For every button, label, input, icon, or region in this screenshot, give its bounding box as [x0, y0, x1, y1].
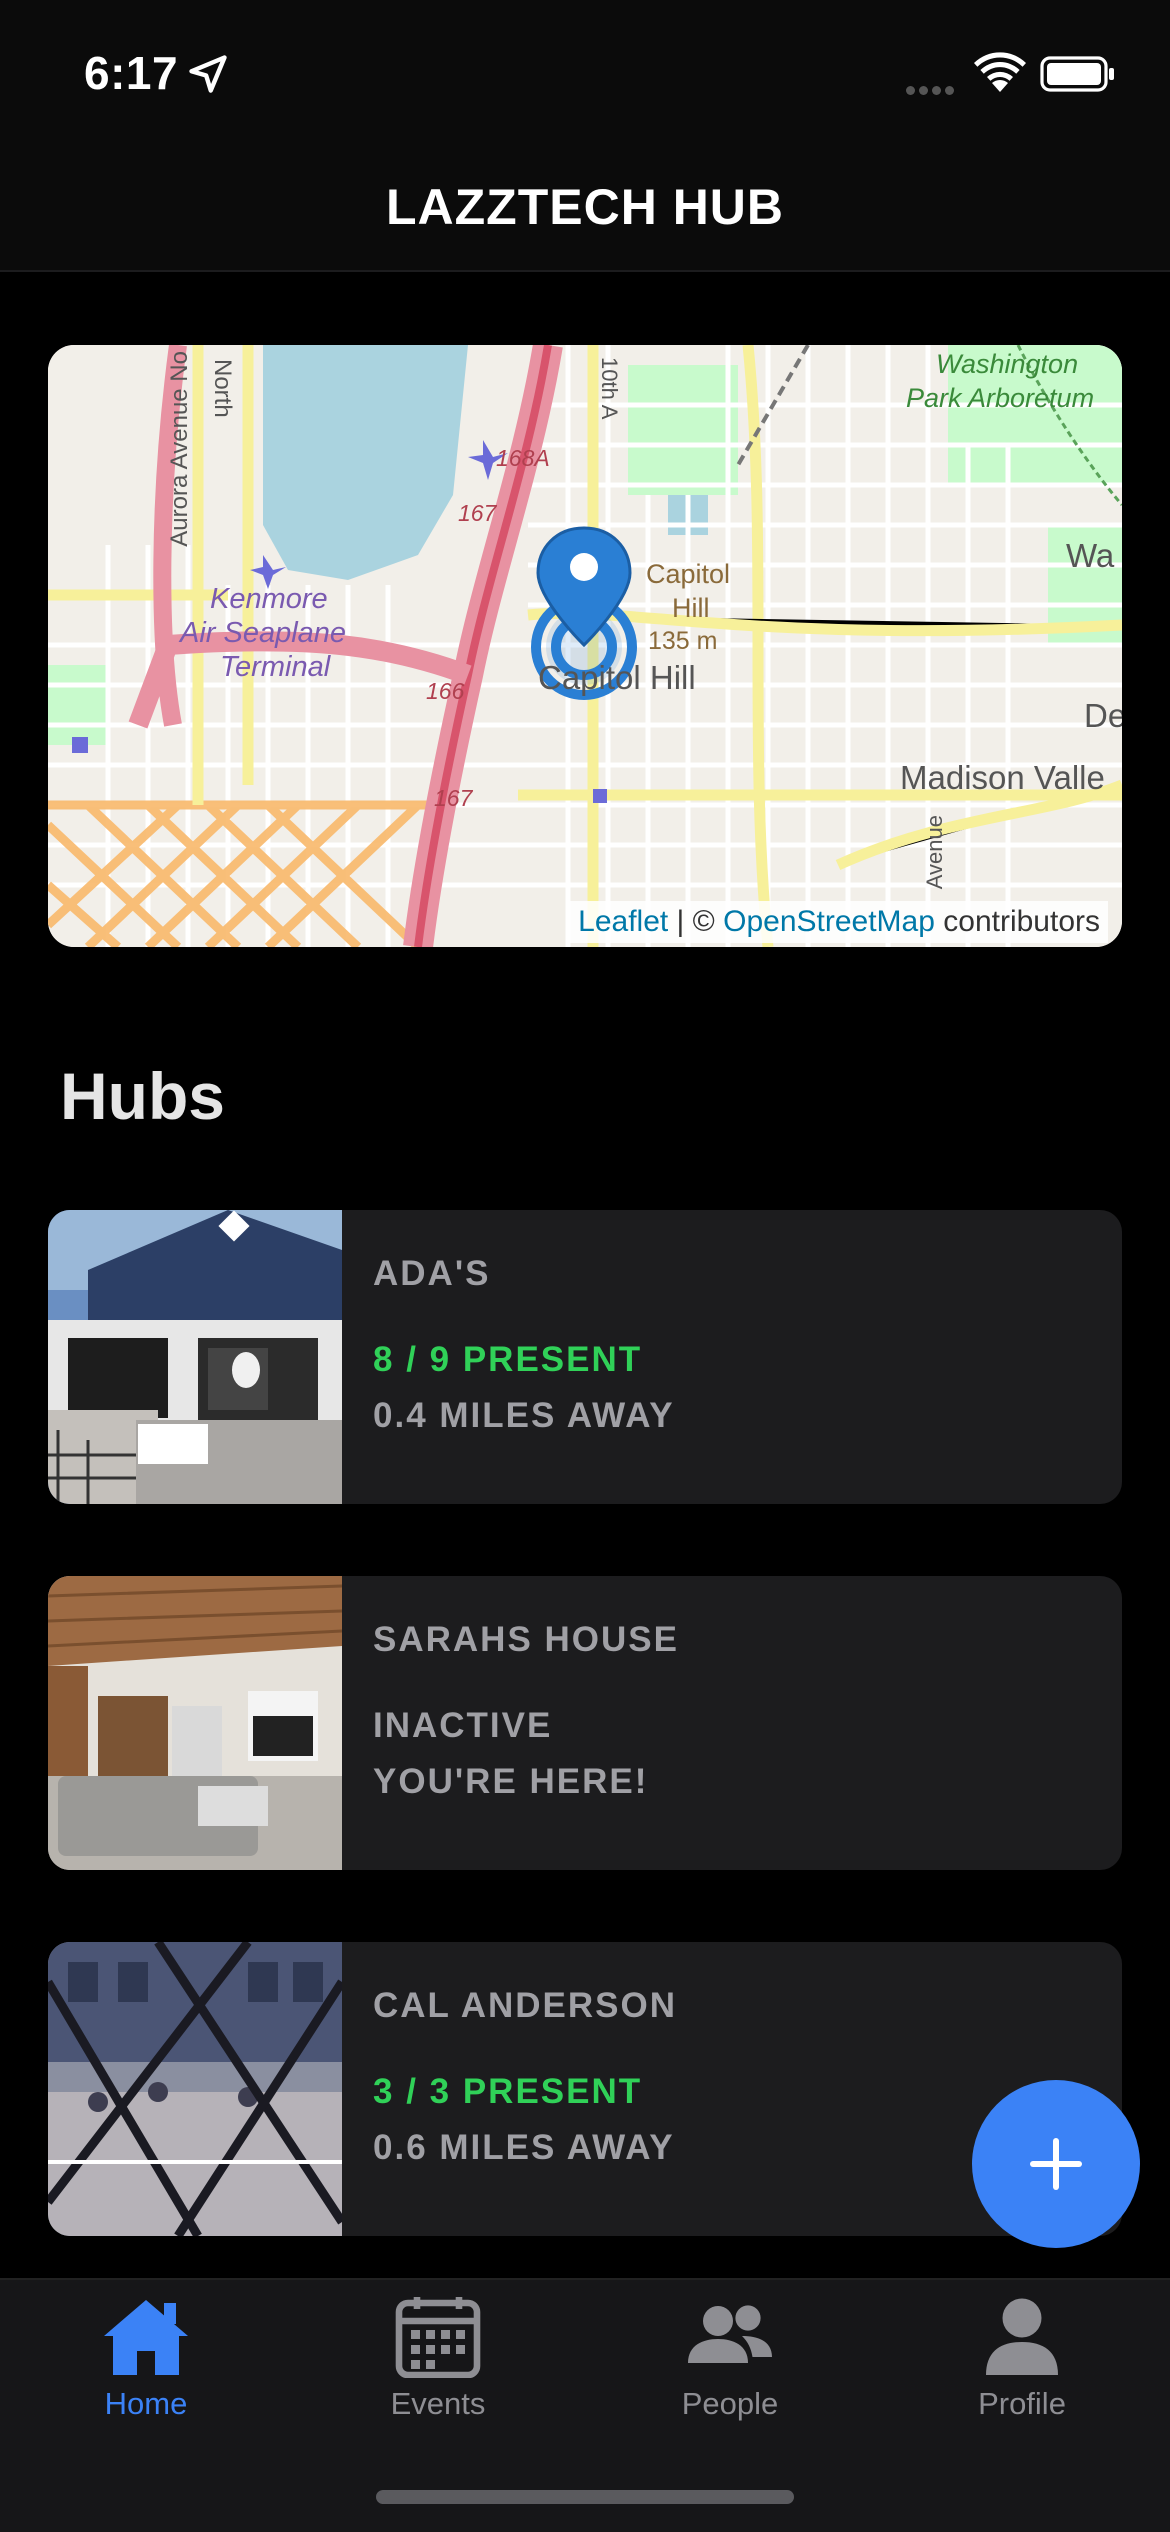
- hub-name: ADA'S: [373, 1254, 491, 1293]
- tab-home[interactable]: Home: [26, 2294, 266, 2422]
- map-label-north: North: [209, 359, 236, 418]
- map-view[interactable]: Aurora Avenue No North Kenmore Air Seapl…: [48, 345, 1122, 947]
- map-label-wa: Wa: [1066, 537, 1115, 574]
- map-label-terminal: Terminal: [220, 651, 331, 683]
- tab-people[interactable]: People: [610, 2294, 850, 2422]
- attribution-separator: | ©: [668, 905, 724, 938]
- person-icon: [986, 2298, 1058, 2375]
- hub-card[interactable]: CAL ANDERSON 3 / 3 PRESENT 0.6 MILES AWA…: [48, 1942, 1122, 2236]
- map-label-exit-168a: 168A: [496, 445, 550, 471]
- hub-name: SARAHS HOUSE: [373, 1620, 679, 1659]
- map-label-exit-167b: 167: [434, 785, 473, 811]
- tab-profile[interactable]: Profile: [902, 2294, 1142, 2422]
- cellular-signal-icon: [906, 82, 958, 100]
- hub-distance: 0.4 MILES AWAY: [373, 1396, 675, 1435]
- map-label-hill: Hill: [672, 593, 710, 623]
- location-arrow-icon: [189, 55, 227, 93]
- hub-distance: YOU'RE HERE!: [373, 1762, 649, 1801]
- wifi-icon: [974, 52, 1026, 92]
- hub-card[interactable]: ADA'S 8 / 9 PRESENT 0.4 MILES AWAY: [48, 1210, 1122, 1504]
- map-attribution: Leaflet | © OpenStreetMap contributors: [570, 901, 1108, 943]
- map-label-capitol-hill: Capitol Hill: [538, 659, 696, 696]
- osm-link[interactable]: OpenStreetMap: [723, 905, 935, 938]
- hub-image-park-court: [48, 1942, 342, 2236]
- page-title: LAZZTECH HUB: [385, 179, 785, 235]
- map-label-seaplane: Air Seaplane: [180, 617, 347, 649]
- map-label-10th: 10th A: [597, 357, 622, 420]
- status-bar: 6:17: [0, 0, 1170, 150]
- tab-events[interactable]: Events: [318, 2294, 558, 2422]
- battery-icon: [1040, 56, 1114, 92]
- map-label-de: De: [1084, 697, 1122, 734]
- calendar-icon: [395, 2297, 481, 2378]
- hub-status: 3 / 3 PRESENT: [373, 2072, 643, 2111]
- hub-status: INACTIVE: [373, 1706, 553, 1745]
- leaflet-link[interactable]: Leaflet: [578, 905, 668, 938]
- map-label-exit-167: 167: [458, 500, 497, 526]
- hub-name: CAL ANDERSON: [373, 1986, 678, 2025]
- map-label-madison: Madison Valle: [900, 759, 1105, 796]
- map-label-avenue: Avenue: [922, 815, 947, 890]
- map-label-exit-166: 166: [426, 678, 465, 704]
- nav-bar: LAZZTECH HUB: [0, 150, 1170, 272]
- add-hub-button[interactable]: [972, 2080, 1140, 2248]
- hub-image-living-room: [48, 1576, 342, 1870]
- map-label-arboretum: Park Arboretum: [906, 383, 1095, 413]
- hub-image-bookstore: [48, 1210, 342, 1504]
- tab-events-label: Events: [390, 2386, 486, 2421]
- hub-distance: 0.6 MILES AWAY: [373, 2128, 675, 2167]
- status-time: 6:17: [84, 47, 179, 99]
- home-indicator: [376, 2490, 794, 2504]
- map-label-elevation: 135 m: [648, 627, 718, 655]
- hub-status: 8 / 9 PRESENT: [373, 1340, 643, 1379]
- map-label-kenmore: Kenmore: [210, 583, 328, 615]
- house-icon: [104, 2300, 188, 2375]
- people-icon: [688, 2305, 772, 2363]
- map-label-washington: Washington: [936, 349, 1079, 379]
- attribution-contributors: contributors: [934, 905, 1100, 938]
- tab-profile-label: Profile: [978, 2386, 1066, 2421]
- map-label-aurora: Aurora Avenue No: [166, 351, 193, 547]
- map-label-capitol: Capitol: [646, 559, 731, 589]
- tab-home-label: Home: [104, 2386, 188, 2421]
- hubs-section-title: Hubs: [60, 1059, 225, 1133]
- tab-people-label: People: [681, 2386, 779, 2421]
- hub-card[interactable]: SARAHS HOUSE INACTIVE YOU'RE HERE!: [48, 1576, 1122, 1870]
